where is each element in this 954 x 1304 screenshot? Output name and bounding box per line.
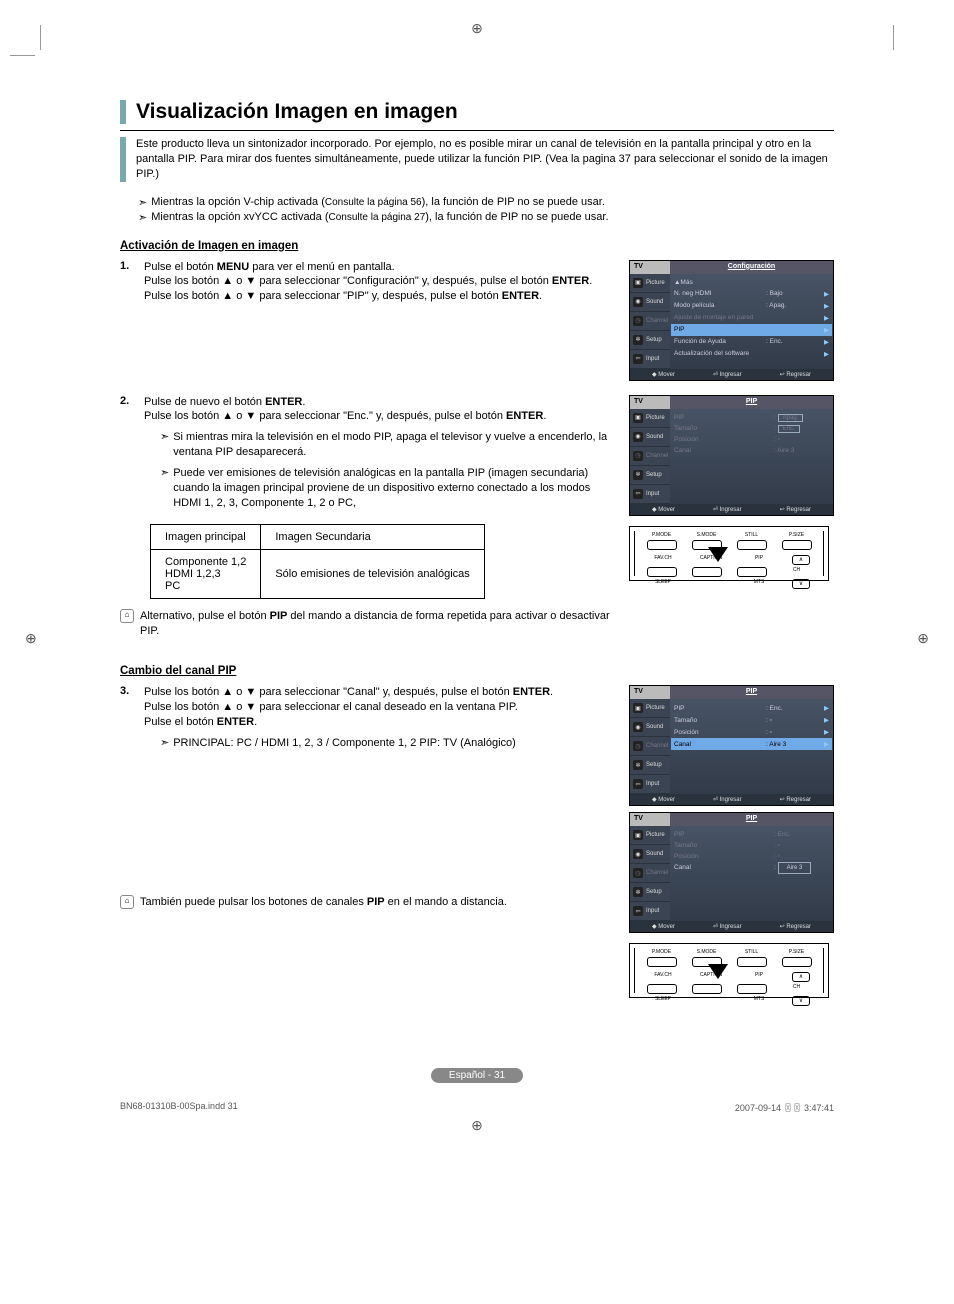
pip-sources-table: Imagen principalImagen Secundaria Compon… [150, 524, 485, 599]
osd-sidebar: ▣Picture ◉Sound ◷Channel ✲Setup ⇦Input [630, 274, 670, 369]
title-underline [120, 130, 834, 131]
tip-pip-button: ⌂ Alternativo, pulse el botón PIP del ma… [120, 609, 613, 639]
crop-mark [40, 25, 41, 50]
remote-channel: P.MODES.MODESTILLP.SIZE FAV.CHCAPTIONPIP… [629, 943, 829, 998]
section-head-channel: Cambio del canal PIP [120, 665, 834, 677]
remote-pip: P.MODES.MODESTILLP.SIZE FAV.CHCAPTIONPIP… [629, 526, 829, 581]
input-icon: ⇦ [633, 354, 643, 364]
page-footer: Español - 31 [120, 1068, 834, 1083]
registration-mark-top: ⊕ [471, 20, 483, 37]
tip-channel-button: ⌂ También puede pulsar los botones de ca… [120, 895, 613, 910]
osd-config: TVConfiguración ▣Picture ◉Sound ◷Channel… [629, 260, 834, 381]
setup-icon: ✲ [633, 335, 643, 345]
osd-pip-toggle: TVPIP ▣Picture ◉Sound ◷Channel ✲Setup ⇦I… [629, 395, 834, 516]
remote-tip-icon: ⌂ [120, 609, 134, 623]
note-vchip: ➣Mientras la opción V-chip activada (Con… [120, 196, 834, 209]
sound-icon: ◉ [633, 297, 643, 307]
crop-mark [893, 25, 894, 50]
note-xvycc: ➣Mientras la opción xvYCC activada (Cons… [120, 211, 834, 224]
channel-icon: ◷ [633, 316, 643, 326]
step-3: 3. Pulse los botón ▲ o ▼ para selecciona… [120, 685, 613, 750]
osd-pip-canal-adjust: TVPIP ▣Picture ◉Sound ◷Channel ✲Setup ⇦I… [629, 812, 834, 933]
registration-mark-left: ⊕ [25, 630, 37, 647]
arrow-icon: ➣ [138, 211, 147, 224]
registration-mark-bottom: ⊕ [471, 1117, 483, 1134]
remote-tip-icon: ⌂ [120, 895, 134, 909]
step-2: 2. Pulse de nuevo el botón ENTER. Pulse … [120, 395, 613, 511]
imprint-date: 2007-09-14 〿〿 3:47:41 [735, 1101, 834, 1114]
step-1: 1. Pulse el botón MENU para ver el menú … [120, 260, 613, 305]
registration-mark-right: ⊕ [917, 630, 929, 647]
page-title: Visualización Imagen en imagen [136, 100, 834, 124]
osd-pip-canal-select: TVPIP ▣Picture ◉Sound ◷Channel ✲Setup ⇦I… [629, 685, 834, 806]
intro-text: Este producto lleva un sintonizador inco… [120, 137, 834, 182]
arrow-icon: ➣ [160, 466, 169, 511]
page-number-pill: Español - 31 [431, 1068, 523, 1083]
arrow-icon: ➣ [138, 196, 147, 209]
crop-mark [10, 55, 35, 56]
arrow-icon: ➣ [160, 736, 169, 751]
imprint-file: BN68-01310B-00Spa.indd 31 [120, 1101, 238, 1114]
title-bar: Visualización Imagen en imagen [120, 100, 834, 124]
section-head-activation: Activación de Imagen en imagen [120, 240, 834, 252]
arrow-icon: ➣ [160, 430, 169, 460]
highlight-arrow-icon [708, 964, 728, 979]
highlight-arrow-icon [708, 547, 728, 562]
picture-icon: ▣ [633, 278, 643, 288]
imprint-line: BN68-01310B-00Spa.indd 31 ⊕ 2007-09-14 〿… [120, 1101, 834, 1114]
